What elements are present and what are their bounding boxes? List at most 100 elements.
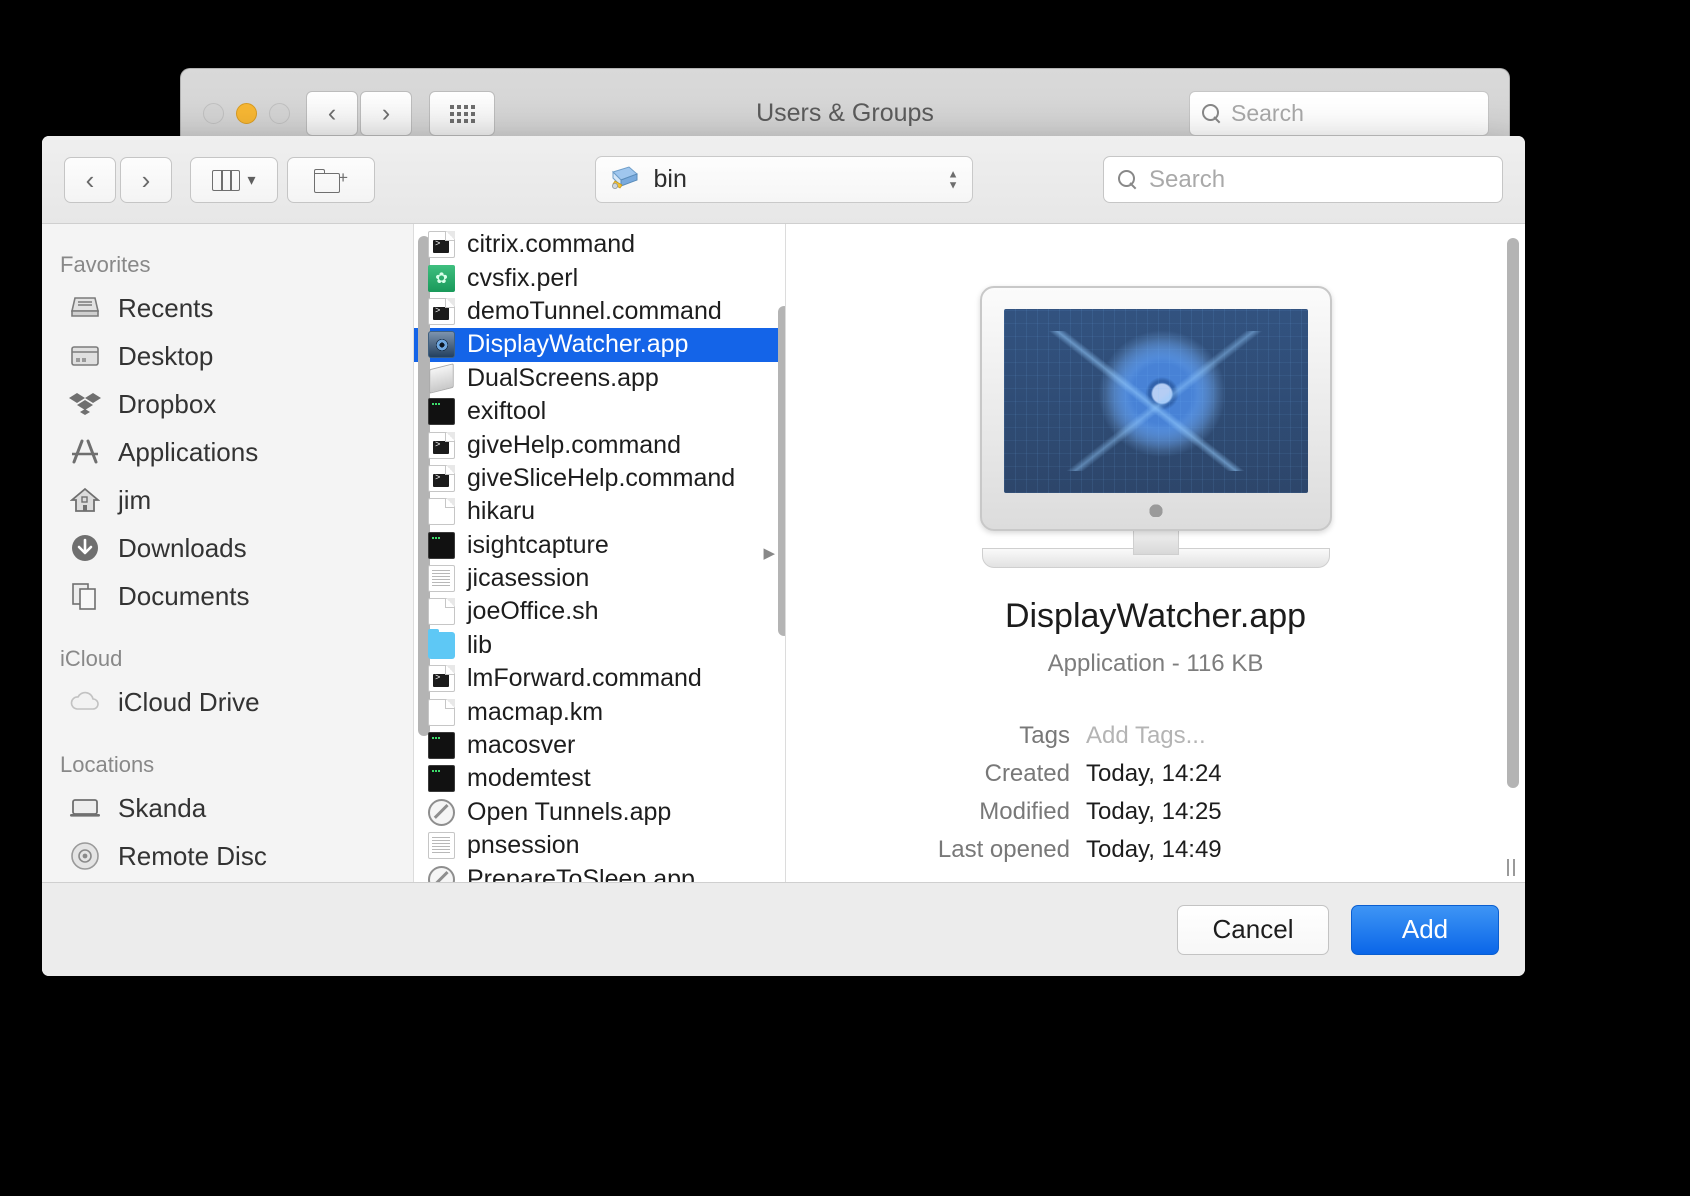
view-mode-button[interactable]: ▾ (190, 157, 278, 203)
screen: ‹ › Users & Groups Search ‹ › ▾ + bin ▲ … (0, 0, 1690, 1196)
add-button[interactable]: Add (1351, 904, 1499, 955)
sidebar-item-label: Documents (118, 580, 250, 611)
file-list-item[interactable]: giveSliceHelp.command (414, 462, 785, 495)
file-list-item[interactable]: macmap.km (414, 695, 785, 728)
plain-file-icon (428, 498, 455, 526)
sidebar-item-jim[interactable]: jim (42, 476, 413, 524)
sidebar-item-applications[interactable]: Applications (42, 428, 413, 476)
preview-resize-grip[interactable] (1507, 859, 1515, 876)
unix-executable-icon (428, 732, 455, 760)
sidebar-item-label: Remote Disc (118, 840, 267, 871)
unix-executable-icon (428, 398, 455, 426)
sidebar-item-label: jim (118, 484, 152, 515)
chevron-down-icon: ▾ (247, 172, 256, 189)
sidebar-item-downloads[interactable]: Downloads (42, 524, 413, 572)
command-file-icon (428, 231, 455, 259)
file-list-item[interactable]: lmForward.command (414, 662, 785, 695)
file-list-item[interactable]: DisplayWatcher.app (414, 328, 785, 362)
sidebar-item-label: Applications (118, 436, 259, 467)
sidebar-item-dropbox[interactable]: Dropbox (42, 380, 413, 428)
unix-executable-icon (428, 531, 455, 559)
file-name: hikaru (467, 497, 536, 526)
sidebar-item-remote-disc[interactable]: Remote Disc (42, 832, 413, 880)
laptop-icon (68, 791, 102, 825)
sidebar-item-label: Skanda (118, 792, 207, 823)
preview-subtitle: Application - 116 KB (1047, 650, 1264, 677)
file-list-item[interactable]: macosver (414, 729, 785, 762)
home-icon (68, 483, 102, 517)
plain-file-icon (428, 598, 455, 626)
preview-title: DisplayWatcher.app (1004, 597, 1307, 635)
file-list-item[interactable]: exiftool (414, 395, 785, 428)
file-list-item[interactable]: citrix.command (414, 228, 785, 261)
sidebar-item-label: iCloud Drive (118, 686, 260, 717)
file-name: jicasession (467, 564, 590, 593)
file-name: PrepareToSleep.app (467, 864, 695, 882)
bin-folder-icon (610, 164, 640, 195)
sidebar-item-label: Dropbox (118, 388, 217, 419)
metadata-row: Last opened Today, 14:49 (832, 836, 1479, 864)
sidebar-item-recents[interactable]: Recents (42, 284, 413, 332)
file-name: lmForward.command (467, 664, 702, 693)
sidebar-item-label: Desktop (118, 340, 214, 371)
text-file-icon (428, 832, 455, 860)
terminal-badge-icon (433, 306, 449, 320)
preview-scrollbar[interactable] (1507, 238, 1519, 788)
sidebar-item-icloud-drive[interactable]: iCloud Drive (42, 678, 413, 726)
sidebar-section-header-locations: Locations (60, 752, 155, 777)
preview-pane: DisplayWatcher.app Application - 116 KB … (786, 224, 1525, 882)
back-button[interactable]: ‹ (64, 157, 116, 203)
metadata-value: Today, 14:24 (1086, 760, 1222, 787)
file-list-column[interactable]: citrix.command cvsfix.perl demoTunnel.comm… (414, 224, 786, 882)
file-list-item[interactable]: joeOffice.sh (414, 595, 785, 628)
sidebar-item-skanda[interactable]: Skanda (42, 784, 413, 832)
sidebar-item-desktop[interactable]: Desktop (42, 332, 413, 380)
search-icon (1118, 170, 1137, 189)
metadata-value: Today, 14:25 (1086, 798, 1222, 825)
dialog-footer: Cancel Add (42, 882, 1525, 976)
new-folder-button[interactable]: + (287, 157, 375, 203)
clock-tray-icon (68, 291, 102, 325)
command-file-icon (428, 431, 455, 459)
sidebar-item-label: Recents (118, 292, 214, 323)
search-placeholder: Search (1149, 165, 1226, 193)
file-name: pnsession (467, 831, 580, 860)
file-list: citrix.command cvsfix.perl demoTunnel.comm… (414, 224, 785, 882)
file-list-item[interactable]: giveHelp.command (414, 428, 785, 461)
file-list-item[interactable]: lib ▶ (414, 545, 785, 662)
metadata-key: Modified (979, 798, 1070, 825)
metadata-row: Created Today, 14:24 (832, 760, 1479, 788)
forward-button[interactable]: › (120, 157, 172, 203)
downloads-icon (68, 531, 102, 565)
search-input[interactable]: Search (1103, 156, 1503, 203)
chevron-left-icon: ‹ (85, 164, 95, 195)
command-file-icon (428, 297, 455, 325)
file-name: Open Tunnels.app (467, 797, 672, 826)
file-name: macmap.km (467, 697, 604, 726)
sidebar-item-documents[interactable]: Documents (42, 572, 413, 620)
dialog-toolbar: ‹ › ▾ + bin ▲ ▼ Search (42, 136, 1525, 224)
cancel-button[interactable]: Cancel (1177, 904, 1329, 955)
file-list-item[interactable]: DualScreens.app (414, 362, 785, 395)
file-list-item[interactable]: isightcapture (414, 529, 785, 562)
file-list-item[interactable]: hikaru (414, 495, 785, 528)
path-popup-button[interactable]: bin ▲ ▼ (594, 156, 973, 203)
file-picker-dialog: ‹ › ▾ + bin ▲ ▼ Search Favorites Recents… (42, 136, 1525, 976)
file-list-item[interactable]: cvsfix.perl (414, 261, 785, 294)
file-list-item[interactable]: PrepareToSleep.app (414, 862, 785, 882)
file-list-item[interactable]: pnsession (414, 829, 785, 862)
add-tags-field[interactable]: Add Tags... (1086, 722, 1206, 750)
file-list-item[interactable]: demoTunnel.command (414, 295, 785, 328)
sidebar-section-header-favorites: Favorites (60, 252, 151, 277)
file-list-scrollbar[interactable] (778, 306, 785, 636)
background-search-placeholder: Search (1231, 100, 1304, 126)
file-list-item[interactable]: Open Tunnels.app (414, 796, 785, 829)
background-search-field[interactable]: Search (1189, 91, 1489, 136)
file-list-item[interactable]: modemtest (414, 762, 785, 795)
file-list-item[interactable]: jicasession (414, 562, 785, 595)
sidebar[interactable]: Favorites Recents Desktop Dropbox Applic… (42, 224, 414, 882)
sidebar-item-label: Downloads (118, 532, 247, 563)
file-name: citrix.command (467, 230, 636, 259)
file-name: giveSliceHelp.command (467, 463, 736, 492)
metadata-key: Last opened (937, 836, 1070, 863)
